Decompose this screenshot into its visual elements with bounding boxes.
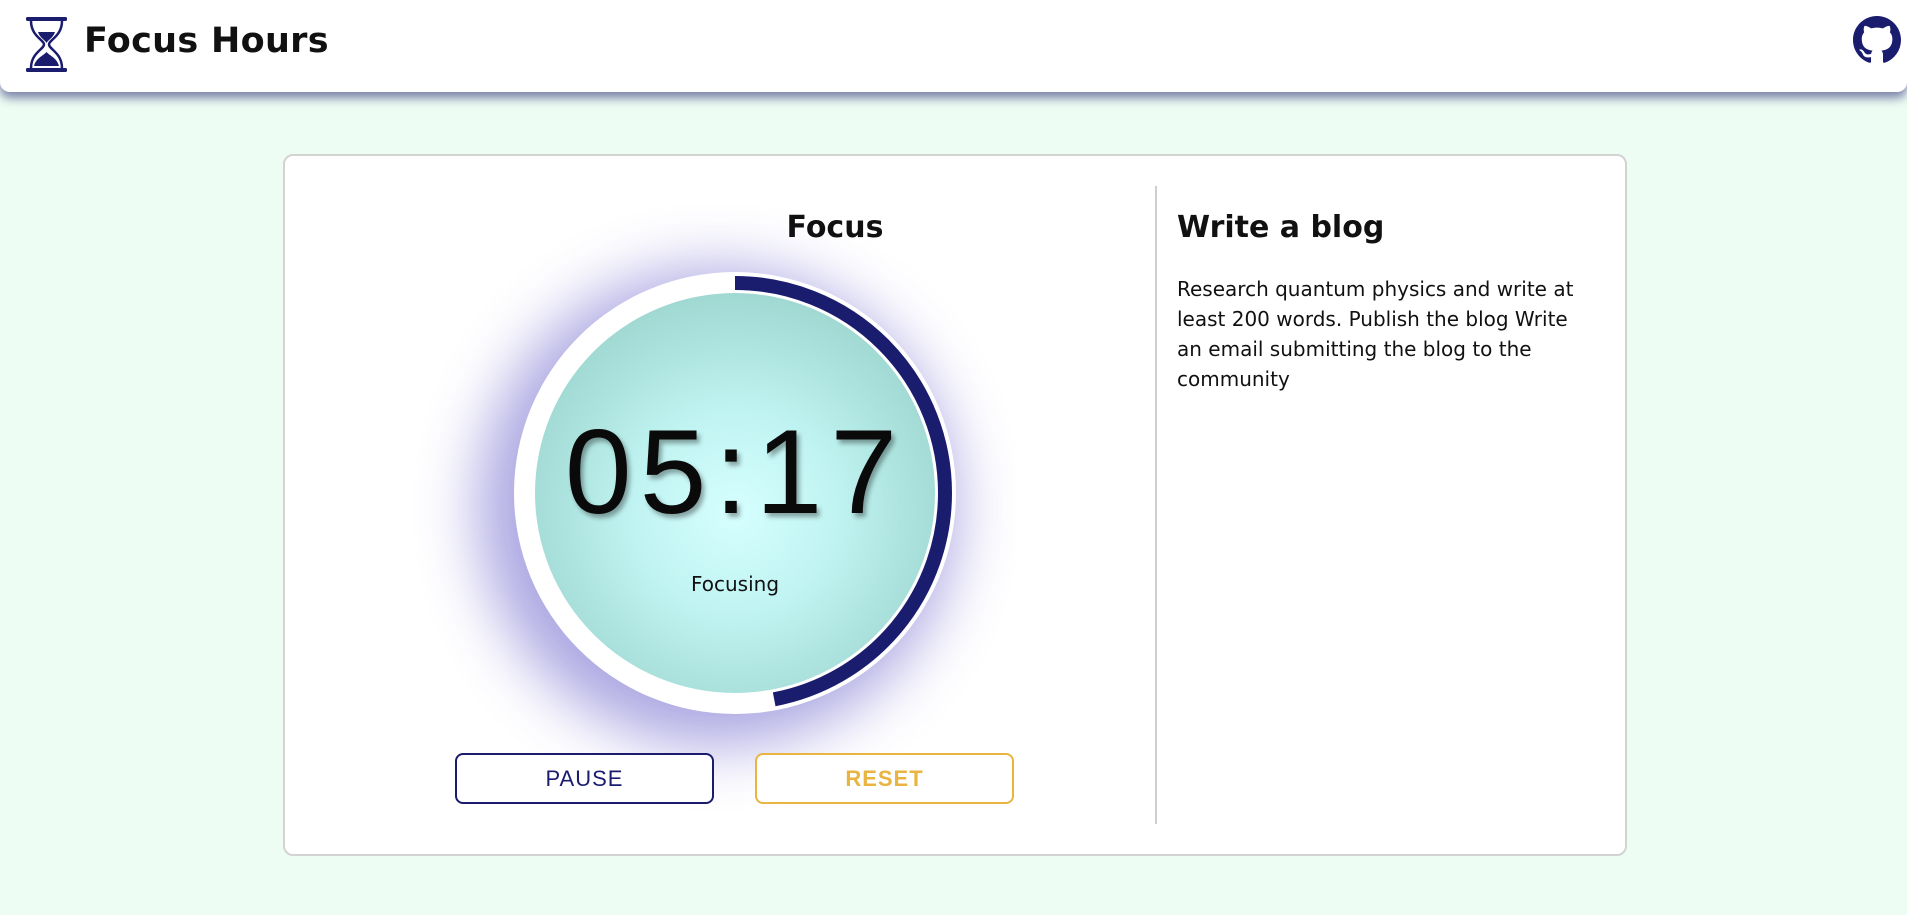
hourglass-icon <box>26 17 67 72</box>
reset-button[interactable]: RESET <box>755 753 1014 804</box>
app-header: Focus Hours <box>0 0 1907 92</box>
card-divider <box>1155 186 1157 824</box>
timer-dial: 05:17 Focusing <box>514 272 956 714</box>
app-title: Focus Hours <box>84 21 329 61</box>
mode-title: Focus <box>786 210 884 245</box>
task-description: Research quantum physics and write at le… <box>1177 277 1574 391</box>
timer-status: Focusing <box>690 572 780 596</box>
pause-button[interactable]: PAUSE <box>455 753 714 804</box>
timer-display: 05:17 <box>564 405 906 539</box>
github-icon[interactable] <box>1853 16 1901 64</box>
focus-card: Focus 05:17 Focusing PAUSE RESET Write a… <box>283 154 1627 856</box>
task-title: Write a blog <box>1177 210 1385 245</box>
